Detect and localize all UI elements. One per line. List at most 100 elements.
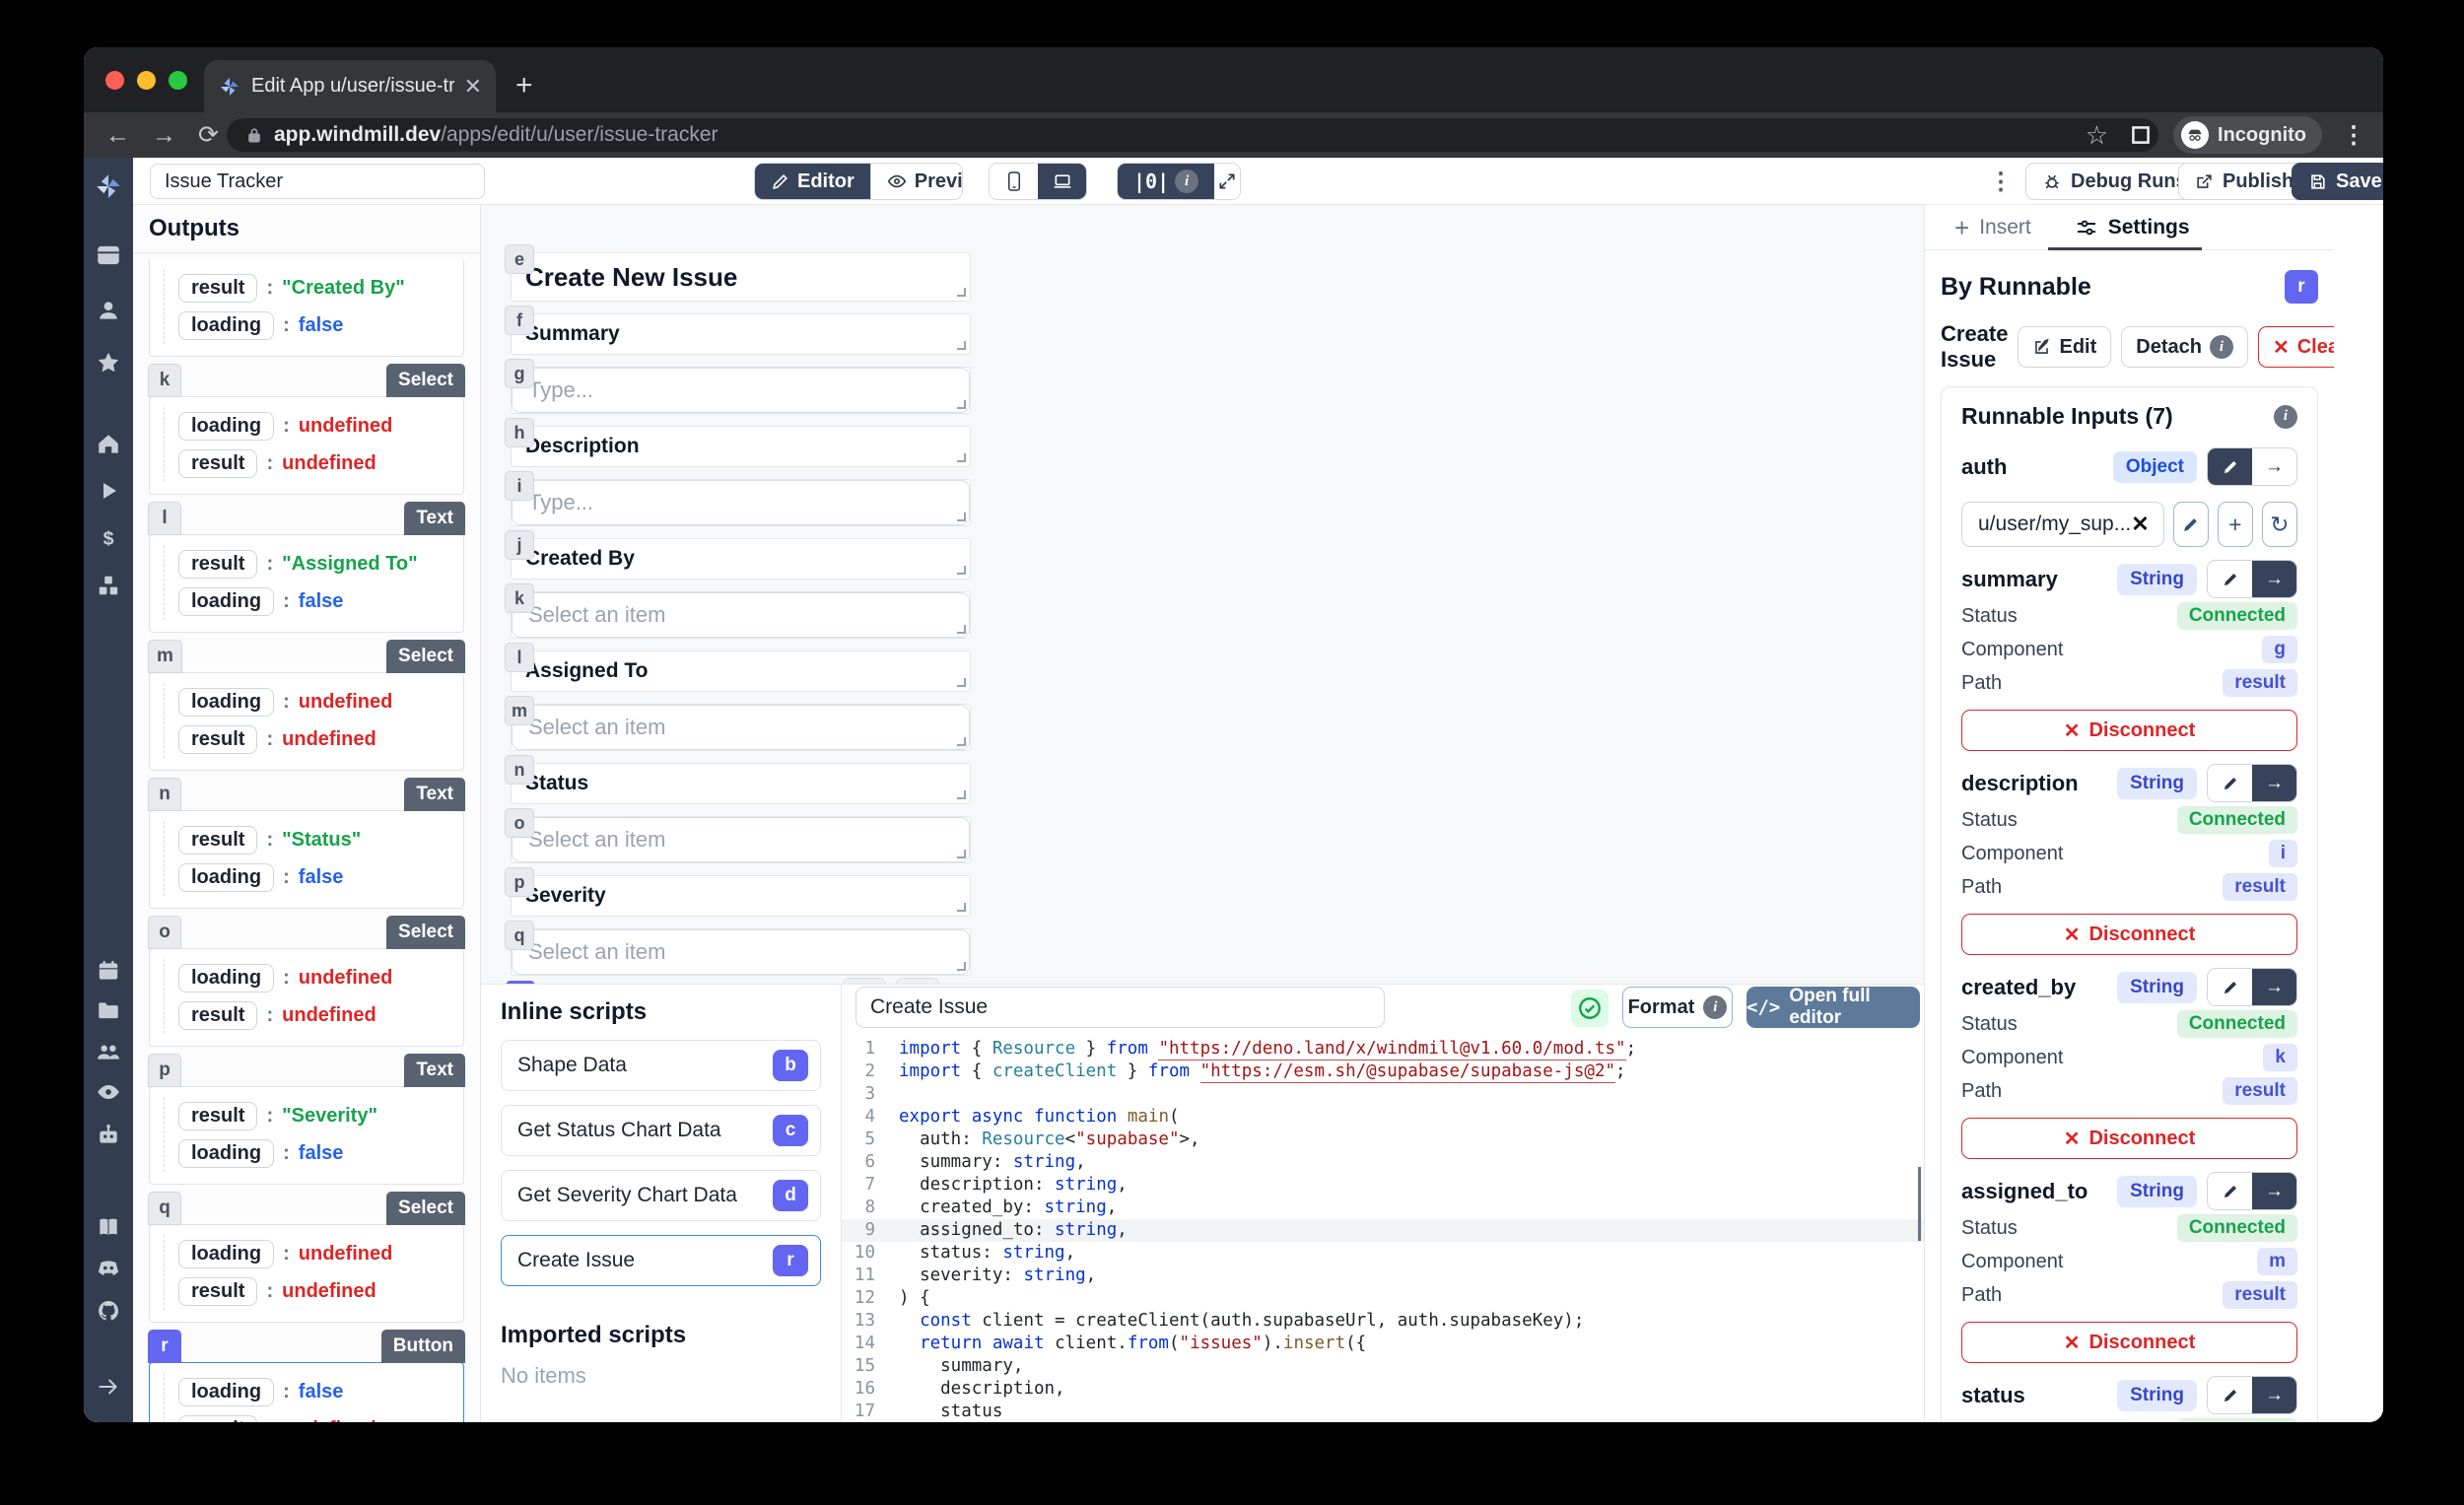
connect-mode-segment[interactable]: → bbox=[2252, 561, 2296, 597]
browser-menu-icon[interactable]: ⋮ bbox=[2342, 121, 2365, 150]
output-key[interactable]: result bbox=[178, 550, 257, 579]
close-window-button[interactable] bbox=[105, 71, 124, 90]
anchor-icon[interactable]: ⚓ bbox=[896, 978, 939, 984]
bookmark-star-icon[interactable]: ☆ bbox=[2086, 120, 2108, 151]
edit-resource-button[interactable] bbox=[2173, 502, 2209, 547]
resize-handle[interactable] bbox=[957, 400, 966, 409]
output-key[interactable]: result bbox=[178, 1001, 257, 1030]
app-name-input[interactable] bbox=[150, 164, 485, 199]
docs-icon[interactable] bbox=[84, 1214, 133, 1240]
canvas-component-f[interactable]: fSummary bbox=[511, 313, 971, 355]
static-mode-segment[interactable] bbox=[2208, 1377, 2252, 1413]
output-key[interactable]: loading bbox=[178, 1378, 274, 1406]
output-key[interactable]: loading bbox=[178, 688, 274, 717]
editor-scrollbar[interactable] bbox=[1918, 1167, 1921, 1241]
maximize-window-button[interactable] bbox=[169, 71, 187, 90]
fullscreen-toggle[interactable] bbox=[1214, 164, 1240, 199]
app-canvas[interactable]: eCreate New IssuefSummarygType...hDescri… bbox=[481, 205, 1924, 984]
connect-mode-segment[interactable]: → bbox=[2252, 765, 2296, 801]
connect-mode-segment[interactable]: → bbox=[2252, 1173, 2296, 1209]
desktop-view-button[interactable] bbox=[1038, 164, 1086, 199]
disconnect-button[interactable]: ✕Disconnect bbox=[1961, 710, 2297, 751]
canvas-component-j[interactable]: jCreated By bbox=[511, 538, 971, 580]
schedules-icon[interactable] bbox=[84, 958, 133, 984]
window-controls[interactable] bbox=[105, 71, 187, 90]
detach-runnable-button[interactable]: Detachi bbox=[2121, 326, 2248, 368]
resize-handle[interactable] bbox=[957, 903, 966, 912]
output-card-n[interactable]: nTextresult:"Status"loading:false bbox=[149, 810, 464, 909]
open-full-editor-button[interactable]: </> Open full editor bbox=[1746, 987, 1920, 1028]
expand-icon[interactable] bbox=[84, 1374, 133, 1400]
disconnect-button[interactable]: ✕Disconnect bbox=[1961, 1118, 2297, 1159]
canvas-component-m[interactable]: mSelect an item bbox=[511, 704, 971, 751]
output-key[interactable]: loading bbox=[178, 964, 274, 992]
select-component[interactable]: Select an item bbox=[512, 817, 970, 862]
canvas-component-q[interactable]: qSelect an item bbox=[511, 928, 971, 976]
output-card[interactable]: result:"Created By"loading:false bbox=[149, 259, 464, 357]
disconnect-button[interactable]: ✕Disconnect bbox=[1961, 1322, 2297, 1363]
output-key[interactable]: result bbox=[178, 1415, 257, 1423]
add-resource-button[interactable]: + bbox=[2218, 502, 2253, 547]
output-key[interactable]: loading bbox=[178, 1240, 274, 1268]
select-component[interactable]: Select an item bbox=[512, 929, 970, 975]
output-key[interactable]: result bbox=[178, 274, 257, 303]
static-mode-segment[interactable] bbox=[2208, 561, 2252, 597]
back-icon[interactable]: ← bbox=[105, 121, 130, 150]
resize-handle[interactable] bbox=[957, 678, 966, 687]
editor-mode-button[interactable]: Editor bbox=[755, 164, 870, 199]
output-card-k[interactable]: kSelectloading:undefinedresult:undefined bbox=[149, 396, 464, 495]
resize-handle[interactable] bbox=[957, 288, 966, 297]
canvas-component-p[interactable]: pSeverity bbox=[511, 875, 971, 917]
discord-icon[interactable] bbox=[84, 1255, 133, 1280]
output-key[interactable]: result bbox=[178, 1102, 257, 1130]
resources-icon[interactable] bbox=[84, 573, 133, 598]
output-card-m[interactable]: mSelectloading:undefinedresult:undefined bbox=[149, 672, 464, 771]
inline-script-item[interactable]: Create Issuer bbox=[501, 1235, 821, 1286]
clear-runnable-button[interactable]: ✕Clear bbox=[2258, 326, 2334, 368]
reload-icon[interactable]: ⟳ bbox=[198, 120, 219, 150]
static-mode-segment[interactable] bbox=[2208, 969, 2252, 1005]
tab-insert[interactable]: + Insert bbox=[1954, 216, 2031, 239]
refresh-resource-button[interactable]: ↻ bbox=[2262, 502, 2297, 547]
output-key[interactable]: result bbox=[178, 725, 257, 754]
groups-icon[interactable] bbox=[84, 1039, 133, 1064]
resize-handle[interactable] bbox=[957, 850, 966, 858]
preview-mode-button[interactable]: Preview bbox=[870, 164, 963, 199]
home-icon[interactable] bbox=[84, 432, 133, 457]
select-component[interactable]: Select an item bbox=[512, 592, 970, 638]
canvas-component-g[interactable]: gType... bbox=[511, 367, 971, 414]
connect-mode-segment[interactable]: → bbox=[2252, 1377, 2296, 1413]
inline-script-item[interactable]: Shape Datab bbox=[501, 1040, 821, 1091]
tab-settings[interactable]: Settings bbox=[2075, 216, 2190, 239]
resource-picker[interactable]: u/user/my_sup... ✕ bbox=[1961, 502, 2164, 547]
code-editor[interactable]: 1import { Resource } from "https://deno.… bbox=[842, 1038, 1924, 1422]
workers-icon[interactable] bbox=[84, 1123, 133, 1148]
forward-icon[interactable]: → bbox=[152, 121, 176, 150]
resize-handle[interactable] bbox=[957, 341, 966, 350]
resize-handle[interactable] bbox=[957, 625, 966, 634]
side-panel-icon[interactable] bbox=[2128, 122, 2154, 148]
save-button[interactable]: Save bbox=[2292, 163, 2383, 200]
static-mode-segment[interactable] bbox=[2208, 448, 2252, 485]
outputs-debug-toggle[interactable]: |0| i bbox=[1118, 164, 1214, 199]
github-icon[interactable] bbox=[84, 1298, 133, 1324]
user-icon[interactable] bbox=[84, 298, 133, 323]
output-key[interactable]: result bbox=[178, 449, 257, 478]
output-card-q[interactable]: qSelectloading:undefinedresult:undefined bbox=[149, 1224, 464, 1323]
disconnect-button[interactable]: ✕Disconnect bbox=[1961, 914, 2297, 955]
text-input-component[interactable]: Type... bbox=[512, 368, 970, 413]
resize-handle[interactable] bbox=[957, 737, 966, 746]
output-card-r[interactable]: rButtonloading:falseresult:undefined bbox=[149, 1362, 464, 1422]
browser-tab[interactable]: Edit App u/user/issue-tracker | ✕ bbox=[204, 60, 496, 112]
clear-resource-icon[interactable]: ✕ bbox=[2131, 512, 2149, 537]
static-mode-segment[interactable] bbox=[2208, 765, 2252, 801]
resize-handle[interactable] bbox=[957, 962, 966, 971]
folders-icon[interactable] bbox=[84, 997, 133, 1023]
resize-handle[interactable] bbox=[957, 790, 966, 799]
output-key[interactable]: loading bbox=[178, 863, 274, 892]
inline-script-item[interactable]: Get Status Chart Datac bbox=[501, 1105, 821, 1156]
resize-handle[interactable] bbox=[957, 513, 966, 521]
output-card-p[interactable]: pTextresult:"Severity"loading:false bbox=[149, 1086, 464, 1185]
edit-runnable-button[interactable]: Edit bbox=[2018, 326, 2111, 368]
output-card-o[interactable]: oSelectloading:undefinedresult:undefined bbox=[149, 948, 464, 1047]
